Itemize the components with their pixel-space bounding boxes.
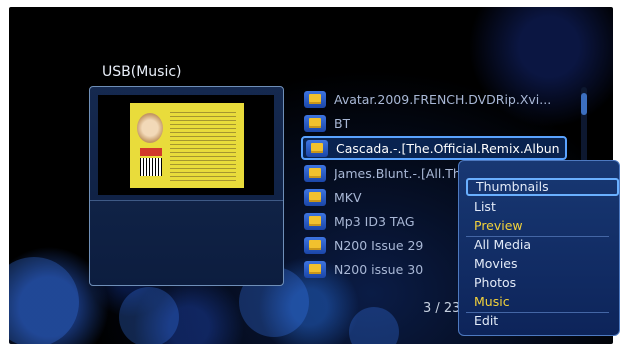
preview-panel [89, 86, 284, 286]
folder-icon [304, 114, 326, 132]
list-item-label: N200 Issue 29 [334, 237, 424, 253]
preview-frame [98, 95, 274, 195]
background-bokeh [349, 307, 399, 344]
album-cover-photo [137, 113, 163, 143]
list-item-label: James.Blunt.-.[All.Th [334, 165, 461, 181]
list-item-label: Cascada.-.[The.Official.Remix.Albun [336, 140, 560, 156]
page-counter: 3 / 23 [423, 301, 461, 316]
scrollbar-thumb[interactable] [581, 93, 587, 115]
menu-item-preview[interactable]: Preview [466, 217, 615, 235]
menu-item-movies[interactable]: Movies [466, 255, 615, 273]
list-item[interactable]: Avatar.2009.FRENCH.DVDRip.Xvi... [301, 87, 563, 111]
background-bokeh [119, 287, 179, 344]
menu-item-all-media[interactable]: All Media [466, 236, 615, 254]
list-item-label: Avatar.2009.FRENCH.DVDRip.Xvi... [334, 91, 552, 107]
folder-icon [304, 260, 326, 278]
folder-icon [304, 164, 326, 182]
list-item[interactable]: BT [301, 111, 563, 135]
album-cover-image [130, 103, 244, 188]
page-title: USB(Music) [102, 64, 182, 80]
menu-item-thumbnails[interactable]: Thumbnails [466, 178, 619, 196]
folder-icon [304, 236, 326, 254]
folder-icon [304, 212, 326, 230]
divider [90, 200, 283, 201]
list-item-label: N200 issue 30 [334, 261, 424, 277]
album-cover-tracklist [170, 109, 236, 183]
folder-icon [304, 90, 326, 108]
menu-item-photos[interactable]: Photos [466, 274, 615, 292]
folder-icon [306, 139, 328, 157]
list-item-label: MKV [334, 189, 362, 205]
folder-icon [304, 188, 326, 206]
album-cover-logo [140, 148, 162, 156]
menu-item-list[interactable]: List [466, 198, 615, 216]
list-item-label: Mp3 ID3 TAG [334, 213, 415, 229]
album-cover-barcode [140, 158, 162, 176]
menu-item-music[interactable]: Music [466, 293, 615, 311]
list-item-label: BT [334, 115, 351, 131]
menu-item-edit[interactable]: Edit [466, 312, 615, 330]
list-item-selected[interactable]: Cascada.-.[The.Official.Remix.Albun [301, 136, 567, 160]
view-options-menu: Thumbnails List Preview All Media Movies… [458, 160, 620, 336]
background-bokeh [9, 257, 79, 344]
